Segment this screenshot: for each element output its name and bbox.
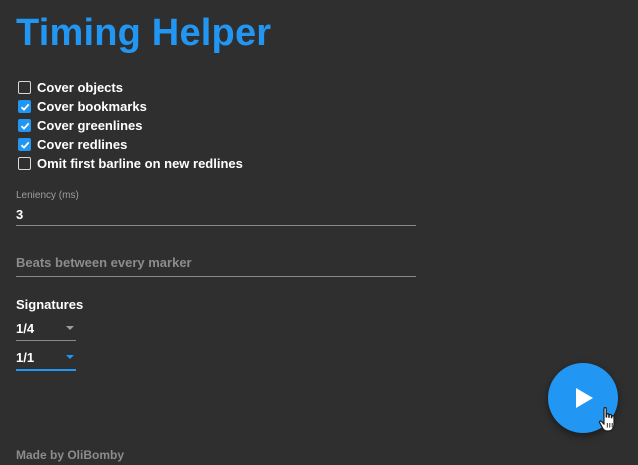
option-label: Cover objects	[37, 80, 123, 95]
option-cover-objects[interactable]: Cover objects	[18, 78, 243, 97]
signature-select-value: 1/1	[16, 349, 35, 365]
signature-select-value: 1/4	[16, 320, 35, 336]
option-cover-bookmarks[interactable]: Cover bookmarks	[18, 97, 243, 116]
timing-helper-window: Timing Helper Cover objects Cover bookma…	[0, 0, 638, 465]
hand-pointer-icon	[598, 407, 615, 432]
options-list: Cover objects Cover bookmarks Cover gree…	[18, 78, 243, 173]
checkbox-icon[interactable]	[18, 157, 31, 170]
signatures-heading: Signatures	[16, 297, 84, 312]
beats-input[interactable]	[16, 252, 416, 276]
leniency-field[interactable]: Leniency (ms) 3	[16, 190, 416, 226]
option-omit-first-barline[interactable]: Omit first barline on new redlines	[18, 154, 243, 173]
beats-field[interactable]	[16, 252, 416, 277]
leniency-label: Leniency (ms)	[16, 190, 79, 201]
checkbox-icon[interactable]	[18, 119, 31, 132]
option-label: Cover bookmarks	[37, 99, 147, 114]
leniency-underline	[16, 225, 416, 226]
select-underline	[16, 369, 76, 371]
checkbox-icon[interactable]	[18, 81, 31, 94]
option-label: Omit first barline on new redlines	[37, 156, 243, 171]
chevron-down-icon	[66, 355, 74, 359]
credits-text: Made by OliBomby	[16, 448, 125, 462]
leniency-input[interactable]: 3	[16, 203, 416, 225]
page-title: Timing Helper	[16, 12, 272, 54]
play-icon	[576, 388, 593, 408]
option-cover-greenlines[interactable]: Cover greenlines	[18, 116, 243, 135]
option-cover-redlines[interactable]: Cover redlines	[18, 135, 243, 154]
signature-select-2[interactable]: 1/1	[16, 347, 76, 371]
beats-underline	[16, 276, 416, 277]
signature-select-1[interactable]: 1/4	[16, 318, 76, 341]
select-underline	[16, 340, 76, 341]
option-label: Cover redlines	[37, 137, 128, 152]
chevron-down-icon	[66, 326, 74, 330]
checkbox-icon[interactable]	[18, 138, 31, 151]
checkbox-icon[interactable]	[18, 100, 31, 113]
option-label: Cover greenlines	[37, 118, 143, 133]
